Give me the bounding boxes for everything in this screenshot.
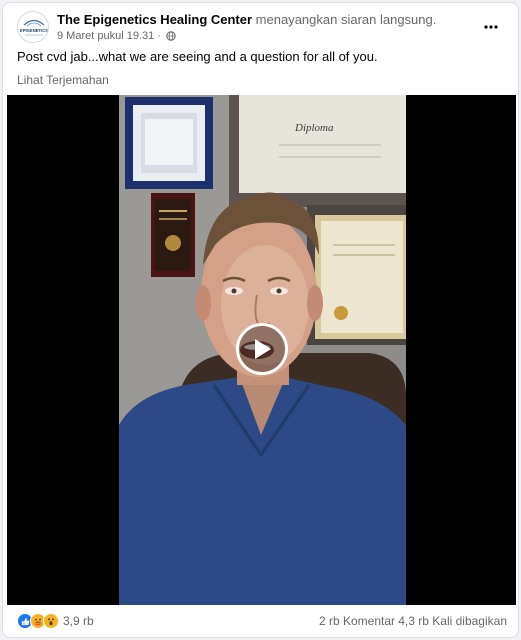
globe-icon — [166, 31, 176, 44]
post-header: EPIGENETICS The Epigenetics Healing Cent… — [17, 9, 507, 45]
see-translation-link[interactable]: Lihat Terjemahan — [17, 73, 109, 87]
post-meta: 9 Maret pukul 19.31 · — [57, 30, 176, 44]
post-message: Post cvd jab...what we are seeing and a … — [17, 49, 378, 64]
play-icon — [255, 339, 271, 359]
more-icon — [484, 25, 498, 29]
comments-count-link[interactable]: 2 rb Komentar — [319, 614, 395, 628]
post-footer: 3,9 rb 2 rb Komentar 4,3 rb Kali dibagik… — [17, 609, 507, 635]
diploma-text: Diploma — [294, 122, 334, 134]
post-action-text: menayangkan siaran langsung. — [255, 12, 437, 27]
more-options-button[interactable] — [477, 13, 505, 41]
avatar-label: EPIGENETICS — [20, 28, 48, 33]
post-timestamp[interactable]: 9 Maret pukul 19.31 — [57, 30, 154, 42]
video-player[interactable]: Diploma — [7, 95, 516, 605]
play-button[interactable] — [236, 323, 288, 375]
wow-icon — [43, 613, 59, 629]
reactions-summary[interactable]: 3,9 rb — [17, 613, 94, 629]
post-card: EPIGENETICS The Epigenetics Healing Cent… — [2, 2, 519, 638]
page-avatar[interactable]: EPIGENETICS — [17, 11, 49, 43]
shares-count-link[interactable]: 4,3 rb Kali dibagikan — [398, 614, 507, 628]
post-author-line: The Epigenetics Healing Center menayangk… — [57, 12, 436, 27]
page-name-link[interactable]: The Epigenetics Healing Center — [57, 12, 252, 27]
reaction-count: 3,9 rb — [63, 614, 94, 628]
meta-separator: · — [157, 30, 161, 42]
